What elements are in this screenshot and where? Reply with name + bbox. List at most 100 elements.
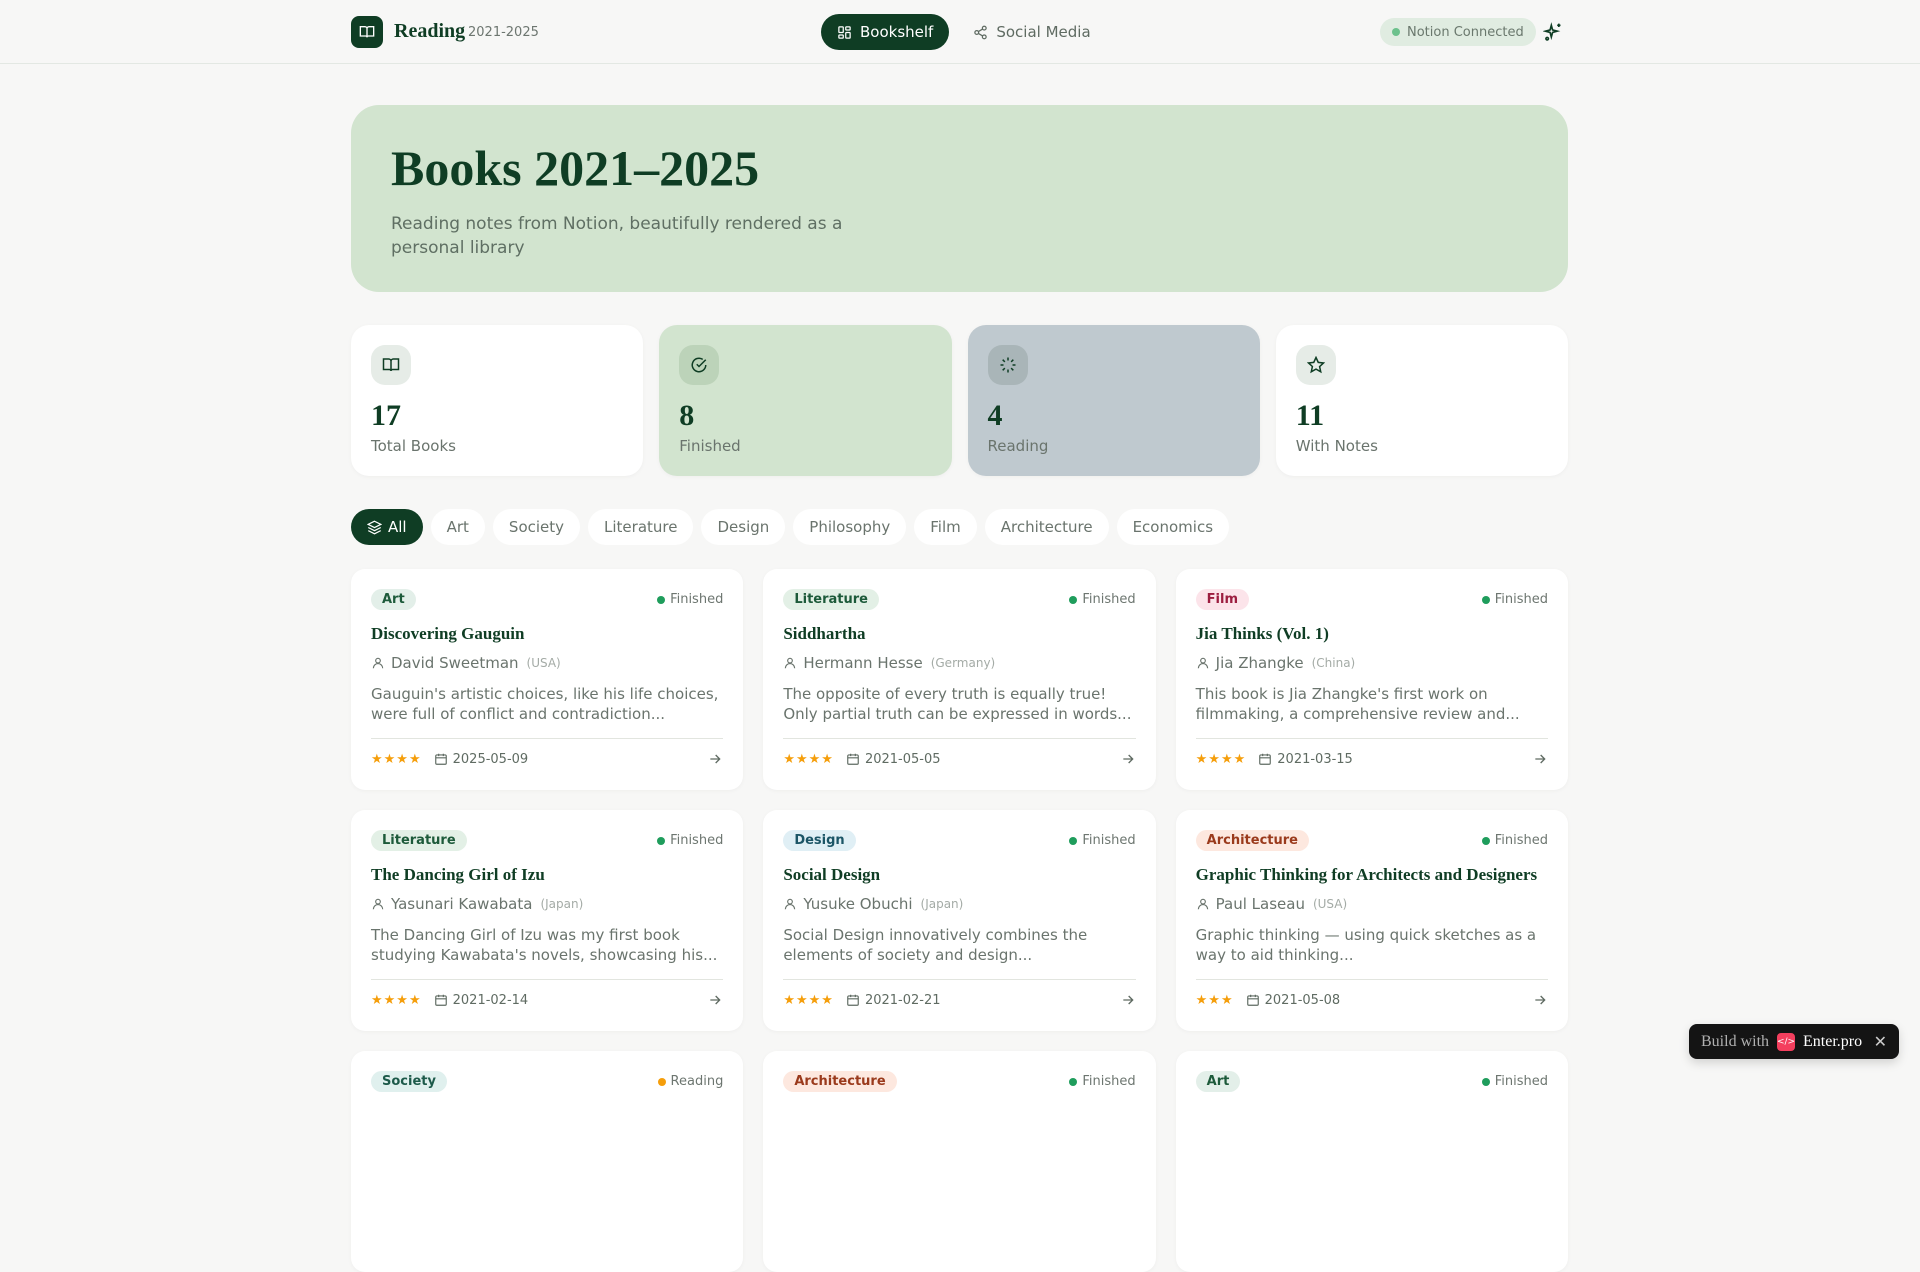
filter-label: Art xyxy=(446,518,469,536)
book-title[interactable]: Social Design xyxy=(783,865,1135,885)
status-text: Finished xyxy=(1494,1074,1548,1089)
book-card[interactable]: Film Finished Jia Thinks (Vol. 1) Jia Zha… xyxy=(1175,569,1568,790)
status-indicator: Finished xyxy=(1481,592,1548,607)
filter-chip-economics[interactable]: Economics xyxy=(1116,509,1230,545)
star-icon xyxy=(1295,345,1336,385)
loader-icon xyxy=(987,345,1028,385)
stats-row: 17 Total Books 8 Finished 4 Reading 11 W… xyxy=(351,325,1568,476)
build-with-badge[interactable]: Build with </> Enter.pro ✕ xyxy=(1689,1024,1899,1059)
author-name: Yasunari Kawabata xyxy=(391,895,533,913)
filter-chip-film[interactable]: Film xyxy=(914,509,977,545)
book-logo-icon[interactable] xyxy=(351,16,383,48)
rating-stars-icon: ★★★★ xyxy=(783,992,834,1008)
book-card[interactable]: Art Finished Discovering Gauguin David Sw… xyxy=(351,569,744,790)
card-footer: ★★★★ 2025-05-09 xyxy=(371,738,724,767)
notion-status-text: Notion Connected xyxy=(1407,24,1524,40)
arrow-right-icon[interactable] xyxy=(1532,992,1548,1008)
status-indicator: Finished xyxy=(657,833,723,848)
status-text: Finished xyxy=(670,592,724,607)
arrow-right-icon[interactable] xyxy=(707,992,723,1008)
status-dot-icon xyxy=(657,595,666,604)
status-dot-icon xyxy=(1392,28,1400,36)
stat-total-books: 17 Total Books xyxy=(351,325,644,476)
filter-label: Literature xyxy=(604,518,678,536)
book-card[interactable]: Architecture Finished Graphic Thinking fo… xyxy=(1175,810,1568,1031)
user-icon xyxy=(785,657,796,669)
calendar-icon xyxy=(847,994,859,1006)
status-indicator: Finished xyxy=(657,592,723,607)
notion-status-badge: Notion Connected xyxy=(1380,18,1536,46)
author-country: (China) xyxy=(1311,656,1356,670)
status-text: Finished xyxy=(1494,833,1548,848)
category-tag: Architecture xyxy=(1195,830,1309,851)
book-title[interactable]: The Dancing Girl of Izu xyxy=(371,865,723,885)
author-country: (USA) xyxy=(1312,897,1348,911)
status-dot-icon xyxy=(1069,595,1078,604)
book-open-icon xyxy=(371,345,411,385)
status-indicator: Finished xyxy=(1481,1074,1548,1089)
stat-value: 11 xyxy=(1295,399,1325,432)
category-tag: Architecture xyxy=(783,1071,897,1092)
filter-chip-all[interactable]: All xyxy=(351,509,423,545)
nav-social-media[interactable]: Social Media xyxy=(957,14,1106,50)
book-author: Yusuke Obuchi (Japan) xyxy=(783,895,1135,913)
arrow-right-icon[interactable] xyxy=(1120,992,1136,1008)
calendar-icon xyxy=(1246,994,1259,1006)
book-date: 2021-03-15 xyxy=(1258,752,1353,767)
nav-social-media-label: Social Media xyxy=(996,23,1091,41)
book-title[interactable]: Siddhartha xyxy=(783,624,1135,644)
status-text: Finished xyxy=(670,833,724,848)
filter-label: All xyxy=(388,518,407,536)
filter-chip-literature[interactable]: Literature xyxy=(588,509,694,545)
arrow-right-icon[interactable] xyxy=(1120,751,1136,767)
status-text: Finished xyxy=(1494,592,1548,607)
author-name: Jia Zhangke xyxy=(1215,654,1304,672)
stat-finished: 8 Finished xyxy=(659,325,952,476)
filter-chip-architecture[interactable]: Architecture xyxy=(984,509,1109,545)
category-filters: All Art Society Literature Design Philosophy F… xyxy=(351,509,1568,545)
arrow-right-icon[interactable] xyxy=(707,751,723,767)
nav-bookshelf[interactable]: Bookshelf xyxy=(821,14,950,50)
category-tag: Literature xyxy=(371,830,467,851)
category-tag: Literature xyxy=(783,589,879,610)
card-footer: ★★★★ 2021-02-21 xyxy=(783,979,1136,1008)
book-card[interactable]: Design Finished Social Design Yusuke Obuc… xyxy=(763,810,1156,1031)
date-text: 2021-05-08 xyxy=(1264,992,1341,1008)
book-card[interactable]: Architecture Finished xyxy=(763,1051,1156,1272)
grid-icon xyxy=(838,25,851,39)
stat-value: 8 xyxy=(679,399,695,432)
card-footer: ★★★★ 2021-05-05 xyxy=(783,738,1136,767)
book-card[interactable]: Society Reading xyxy=(351,1051,744,1272)
book-card[interactable]: Art Finished xyxy=(1175,1051,1568,1272)
book-date: 2021-02-14 xyxy=(434,993,528,1008)
book-description: This book is Jia Zhangke's first work on… xyxy=(1195,685,1520,723)
stat-reading: 4 Reading xyxy=(967,325,1260,476)
user-icon xyxy=(372,898,384,910)
book-card[interactable]: Literature Finished The Dancing Girl of I… xyxy=(351,810,744,1031)
book-card[interactable]: Literature Finished Siddhartha Hermann He… xyxy=(763,569,1156,790)
filter-label: Society xyxy=(508,518,565,536)
arrow-right-icon[interactable] xyxy=(1532,751,1548,767)
filter-chip-society[interactable]: Society xyxy=(492,509,581,545)
filter-chip-design[interactable]: Design xyxy=(701,509,786,545)
close-icon[interactable]: ✕ xyxy=(1874,1032,1887,1051)
rating-stars-icon: ★★★★ xyxy=(783,751,834,767)
author-name: David Sweetman xyxy=(391,654,519,672)
filter-chip-art[interactable]: Art xyxy=(430,509,485,545)
book-title[interactable]: Graphic Thinking for Architects and Desi… xyxy=(1196,865,1548,885)
book-author: Yasunari Kawabata (Japan) xyxy=(371,895,723,913)
book-description: The opposite of every truth is equally t… xyxy=(783,685,1132,723)
rating-stars-icon: ★★★ xyxy=(1195,992,1234,1008)
status-indicator: Finished xyxy=(1481,833,1548,848)
status-text: Reading xyxy=(670,1074,724,1089)
book-description: Graphic thinking — using quick sketches … xyxy=(1195,926,1537,964)
book-author: Jia Zhangke (China) xyxy=(1196,654,1548,672)
status-dot-icon xyxy=(1481,595,1490,604)
book-title[interactable]: Discovering Gauguin xyxy=(371,624,723,644)
nav-bookshelf-label: Bookshelf xyxy=(860,23,934,41)
status-indicator: Finished xyxy=(1069,592,1136,607)
book-title[interactable]: Jia Thinks (Vol. 1) xyxy=(1196,624,1548,644)
calendar-icon xyxy=(434,753,447,765)
filter-chip-philosophy[interactable]: Philosophy xyxy=(793,509,907,545)
sparkles-icon[interactable] xyxy=(1542,22,1563,46)
